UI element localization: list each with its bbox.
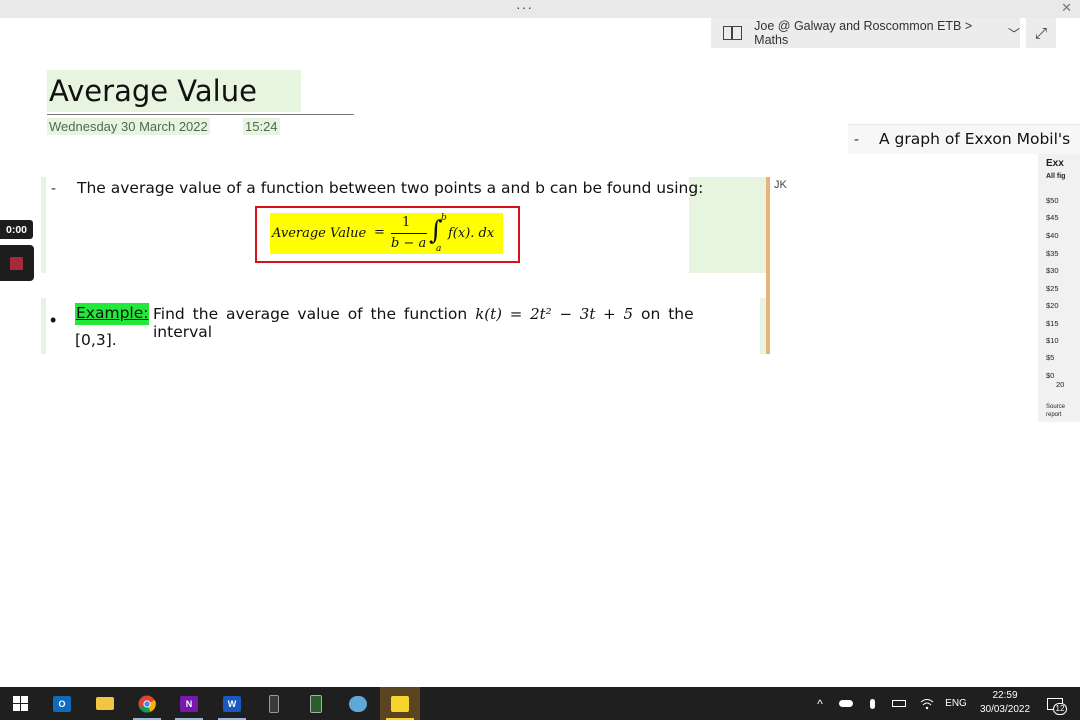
- clock-time: 22:59: [992, 690, 1018, 701]
- example-function: k(t) = 2t² − 3t + 5: [475, 305, 634, 323]
- folder-icon: [96, 697, 114, 710]
- taskbar-chrome[interactable]: [127, 687, 167, 720]
- notebook-breadcrumb[interactable]: Joe @ Galway and Roscommon ETB > Maths ﹀: [711, 18, 1020, 48]
- chrome-icon: [138, 695, 156, 713]
- graph-tick: $35: [1046, 249, 1059, 258]
- battery-icon[interactable]: [888, 687, 910, 720]
- author-bar: [766, 177, 770, 354]
- taskbar-clock[interactable]: 22:59 30/03/2022: [972, 689, 1038, 717]
- taskbar-remote-desktop[interactable]: [338, 687, 378, 720]
- calculator-icon: [310, 694, 322, 713]
- cloud-icon[interactable]: [836, 687, 856, 720]
- note-tag-bar: [41, 177, 46, 273]
- taskbar-file-explorer[interactable]: [85, 687, 125, 720]
- graph-tick: $10: [1046, 336, 1059, 345]
- page-date: Wednesday 30 March 2022: [47, 118, 210, 135]
- formula-denominator: b − a: [391, 236, 427, 251]
- graph-tick: $15: [1046, 319, 1059, 328]
- example-interval[interactable]: [0,3].: [75, 331, 117, 349]
- outlook-icon: O: [53, 695, 71, 712]
- stop-recording-button[interactable]: [0, 245, 34, 281]
- example-text-before: Find the average value of the function: [153, 305, 468, 323]
- clock-date: 30/03/2022: [979, 704, 1031, 715]
- start-button[interactable]: [0, 687, 40, 720]
- window-top-bar: ··· ✕: [0, 0, 1080, 18]
- taskbar-onenote[interactable]: N: [169, 687, 209, 720]
- graph-title: Exx: [1046, 158, 1064, 169]
- notification-center[interactable]: 12: [1040, 687, 1070, 720]
- graph-tick: $30: [1046, 266, 1059, 275]
- calculator-icon: [269, 694, 279, 713]
- formula-numerator: 1: [402, 215, 411, 230]
- page-title[interactable]: Average Value: [49, 74, 257, 108]
- integral-lower-limit: a: [436, 244, 442, 254]
- graph-tick: $20: [1046, 301, 1059, 310]
- close-icon[interactable]: ✕: [1061, 1, 1072, 15]
- taskbar-outlook[interactable]: O: [42, 687, 82, 720]
- list-dash: -: [51, 180, 56, 197]
- onenote-icon: N: [180, 695, 198, 712]
- breadcrumb-text: Joe @ Galway and Roscommon ETB > Maths: [754, 19, 973, 47]
- graph-tick: $50: [1046, 196, 1059, 205]
- graph-tick: $5: [1046, 353, 1055, 362]
- graph-source-line: Source: [1046, 404, 1066, 410]
- window-menu-dots[interactable]: ···: [516, 0, 533, 14]
- graph-tick: $25: [1046, 284, 1059, 293]
- list-bullet: •: [50, 310, 57, 330]
- author-initials: JK: [774, 179, 787, 191]
- formula-integrand: f(x). dx: [448, 226, 495, 241]
- note-tag-bar-right: [760, 298, 766, 354]
- graph-tick: $45: [1046, 213, 1059, 222]
- taskbar-calculator[interactable]: [254, 687, 294, 720]
- taskbar: O N W ^ ENG 12: [0, 687, 1080, 720]
- graph-source: Source report: [1046, 403, 1065, 419]
- graph-subtitle: All fig: [1046, 173, 1066, 180]
- windows-icon: [12, 696, 28, 711]
- stop-icon: [10, 257, 23, 270]
- formula-equals: =: [374, 225, 385, 240]
- graph-x-tick: 20: [1056, 380, 1065, 389]
- recording-timer: 0:00: [0, 220, 33, 239]
- list-dash: -: [854, 131, 859, 148]
- side-note-text[interactable]: A graph of Exxon Mobil's: [879, 130, 1070, 148]
- graph-tick: $0: [1046, 371, 1055, 380]
- integral-upper-limit: b: [441, 213, 447, 223]
- expand-icon[interactable]: ⤢: [1026, 18, 1056, 48]
- taskbar-calculator-2[interactable]: [296, 687, 336, 720]
- example-text[interactable]: Find the average value of the function k…: [153, 305, 755, 341]
- notification-badge: 12: [1053, 703, 1067, 715]
- taskbar-sticky-notes[interactable]: [380, 687, 420, 720]
- notebook-icon: [723, 26, 743, 40]
- word-icon: W: [223, 695, 241, 712]
- formula-lhs: Average Value: [272, 226, 367, 241]
- fraction-line: [391, 233, 427, 234]
- note-tag-bar: [41, 298, 46, 354]
- wifi-icon[interactable]: [916, 687, 938, 720]
- title-divider: [47, 114, 354, 115]
- microphone-icon[interactable]: [862, 687, 882, 720]
- graph-source-line: report: [1046, 412, 1062, 418]
- taskbar-word[interactable]: W: [212, 687, 252, 720]
- chevron-up-icon[interactable]: ^: [810, 687, 830, 720]
- wifi-glyph: [920, 698, 934, 709]
- sticky-notes-icon: [391, 695, 409, 712]
- remote-icon: [349, 695, 367, 712]
- average-value-formula[interactable]: Average Value = 1 b − a ∫ b a f(x). dx: [270, 213, 503, 254]
- chevron-down-icon[interactable]: ﹀: [1008, 25, 1020, 42]
- graph-tick: $40: [1046, 231, 1059, 240]
- definition-text[interactable]: The average value of a function between …: [77, 179, 703, 197]
- language-indicator[interactable]: ENG: [942, 687, 970, 720]
- example-label[interactable]: Example:: [75, 303, 150, 325]
- page-time: 15:24: [243, 118, 280, 135]
